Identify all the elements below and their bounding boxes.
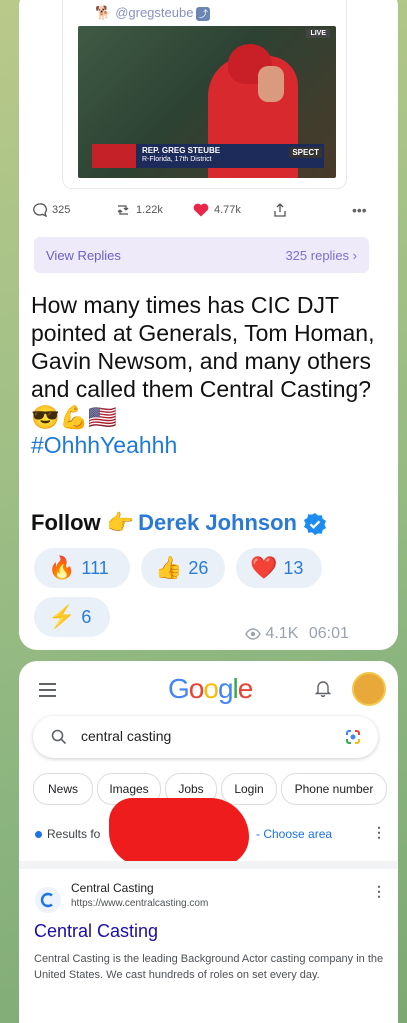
tweet-video[interactable]: LIVE REP. GREG STEUBE R-Florida, 17th Di… — [78, 26, 336, 178]
location-dot-icon — [35, 831, 42, 839]
message-text: How many times has CIC DJT pointed at Ge… — [31, 291, 381, 459]
follow-label: Follow — [31, 510, 101, 535]
reply-count: 325 — [52, 204, 71, 216]
reaction-count: 6 — [81, 606, 92, 627]
reaction-thumbs-up[interactable]: 👍 26 — [141, 548, 225, 588]
verified-badge-icon — [304, 513, 326, 536]
account-avatar[interactable] — [352, 672, 386, 706]
search-icon — [51, 729, 67, 745]
thumbs-up-icon: 👍 — [155, 555, 183, 580]
video-player-face — [258, 66, 284, 102]
chyron-name: REP. GREG STEUBE — [142, 146, 221, 155]
central-casting-logo-icon — [40, 892, 53, 908]
hashtag-link[interactable]: #OhhhYeahhh — [31, 432, 177, 458]
results-location-line: Results fo — [35, 827, 100, 841]
repost-icon: ⤴ — [196, 6, 211, 21]
chip-news[interactable]: News — [33, 773, 93, 805]
network-logo: SPECT — [289, 147, 322, 158]
comment-icon — [33, 203, 48, 218]
red-heart-icon: ❤️ — [250, 555, 278, 580]
google-logo: Google — [168, 673, 253, 704]
more-options-icon[interactable]: ••• — [352, 202, 367, 218]
google-lens-icon[interactable] — [344, 728, 362, 746]
search-box[interactable]: central casting — [33, 716, 378, 758]
section-divider — [19, 861, 398, 869]
replies-count-link: 325 replies › — [285, 248, 357, 263]
lightning-icon: ⚡ — [48, 604, 76, 629]
follow-name-link[interactable]: Derek Johnson — [138, 510, 297, 535]
reaction-fire[interactable]: 🔥 111 — [34, 548, 130, 588]
reaction-count: 111 — [81, 557, 109, 578]
redaction-scribble — [109, 798, 249, 866]
like-stat[interactable]: 4.77k — [192, 202, 241, 218]
share-icon — [274, 203, 286, 217]
reaction-count: 13 — [283, 557, 304, 578]
retweet-count: 1.22k — [136, 204, 163, 216]
heart-icon — [193, 203, 209, 217]
fire-icon: 🔥 — [48, 555, 76, 580]
google-screenshot-bubble[interactable]: Google central casting News Images Jobs … — [19, 661, 398, 1023]
tweet-handle-text: @gregsteube — [115, 5, 194, 20]
result-site-name: Central Casting — [71, 881, 154, 895]
site-favicon — [35, 887, 61, 913]
chip-login[interactable]: Login — [221, 773, 277, 805]
reaction-count: 26 — [188, 557, 209, 578]
share-stat[interactable] — [272, 202, 288, 218]
hamburger-menu-icon[interactable] — [39, 683, 56, 701]
chyron-logo — [92, 144, 136, 168]
chyron-subtitle: R-Florida, 17th District — [142, 156, 212, 163]
view-replies-label: View Replies — [46, 248, 121, 263]
message-meta: 4.1K 06:01 — [245, 625, 349, 643]
result-description: Central Casting is the leading Backgroun… — [34, 953, 384, 981]
retweet-icon — [117, 205, 129, 215]
pointing-hand-icon: 👉 — [106, 510, 135, 535]
more-vert-icon[interactable]: ⋮ — [372, 824, 386, 841]
tweet-handle[interactable]: 🐕 @gregsteube ⤴ — [95, 5, 211, 21]
tweet-stats-bar: 325 1.22k 4.77k ••• — [32, 202, 372, 224]
reaction-lightning[interactable]: ⚡ 6 — [34, 597, 110, 637]
live-badge: LIVE — [306, 29, 330, 38]
reply-stat[interactable]: 325 — [32, 202, 70, 218]
bell-icon[interactable] — [315, 679, 331, 697]
retweet-stat[interactable]: 1.22k — [114, 202, 163, 218]
message-time: 06:01 — [308, 625, 349, 642]
eye-icon — [245, 628, 261, 640]
result-url: https://www.centralcasting.com — [71, 898, 209, 909]
like-count: 4.77k — [214, 204, 241, 216]
reaction-heart[interactable]: ❤️ 13 — [236, 548, 322, 588]
results-prefix: Results fo — [47, 827, 101, 841]
search-query: central casting — [81, 728, 172, 744]
view-count: 4.1K — [265, 625, 299, 642]
view-replies-button[interactable]: View Replies 325 replies › — [34, 237, 369, 273]
chip-phone-number[interactable]: Phone number — [281, 773, 387, 805]
result-title-link[interactable]: Central Casting — [34, 921, 158, 942]
result-more-icon[interactable]: ⋮ — [372, 883, 386, 900]
choose-area-link[interactable]: - Choose area — [256, 827, 332, 841]
video-chyron: REP. GREG STEUBE R-Florida, 17th Distric… — [92, 144, 324, 168]
message-body: How many times has CIC DJT pointed at Ge… — [31, 292, 375, 430]
dog-icon: 🐕 — [95, 5, 112, 20]
follow-line: Follow 👉 Derek Johnson — [31, 510, 327, 536]
